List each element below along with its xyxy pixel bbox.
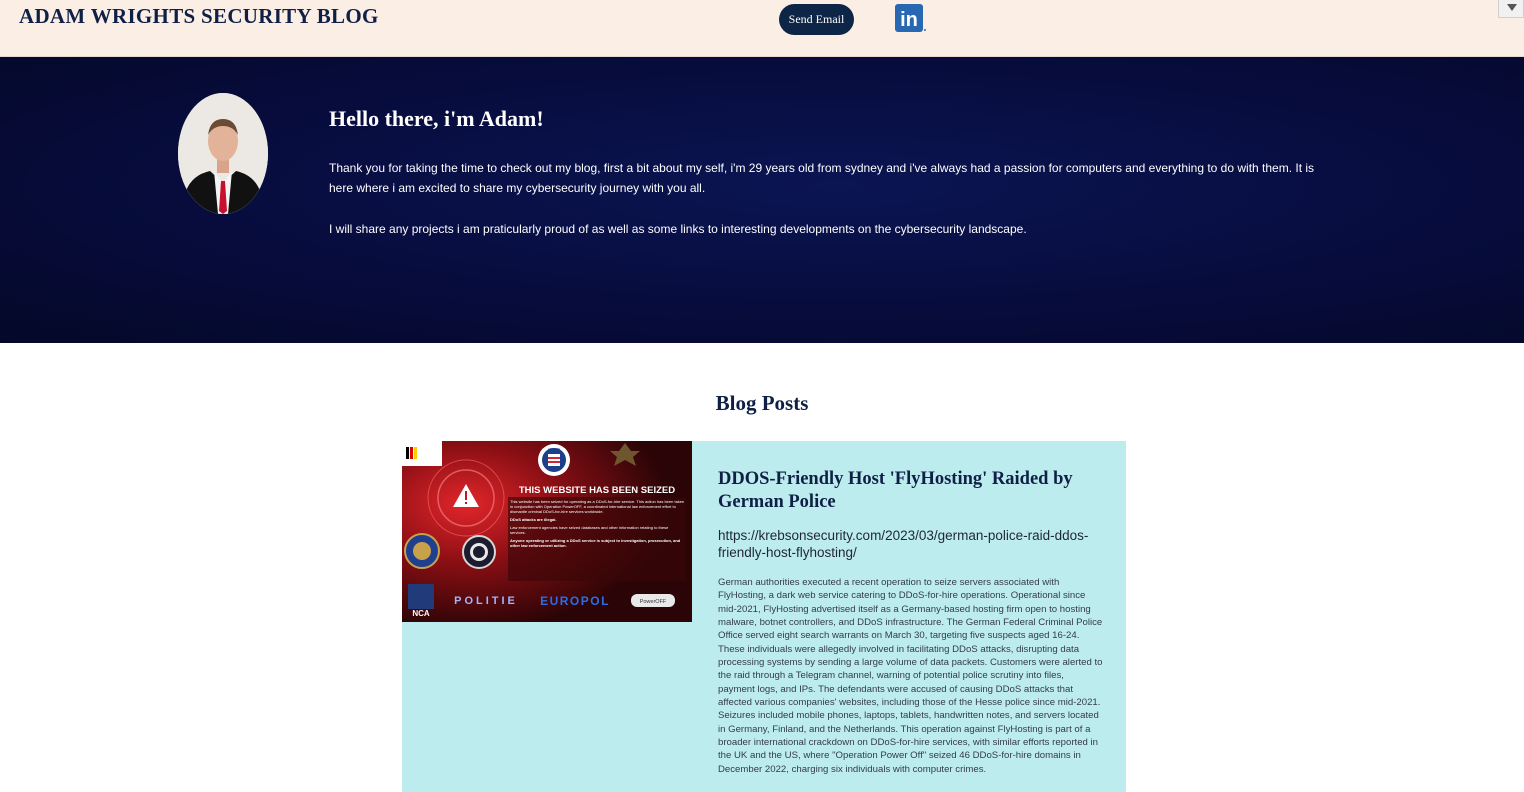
post-title[interactable]: DDOS-Friendly Host 'FlyHosting' Raided b… xyxy=(718,468,1108,514)
send-email-button[interactable]: Send Email xyxy=(779,4,854,35)
hero-heading: Hello there, i'm Adam! xyxy=(329,106,544,131)
post-source-link[interactable]: https://krebsonsecurity.com/2023/03/germ… xyxy=(718,527,1108,561)
blog-post-card: HESSEN THIS WEBSITE HAS BEEN SEIZED This… xyxy=(402,441,1126,792)
hero-paragraph-2: I will share any projects i am praticula… xyxy=(329,222,1027,236)
svg-text:POLITIE: POLITIE xyxy=(454,595,518,607)
post-image[interactable]: HESSEN THIS WEBSITE HAS BEEN SEIZED This… xyxy=(402,441,692,622)
hero-section: Hello there, i'm Adam! Thank you for tak… xyxy=(0,57,1524,343)
profile-photo xyxy=(178,93,268,214)
scroll-widget[interactable] xyxy=(1498,0,1524,18)
svg-text:PowerOFF: PowerOFF xyxy=(640,599,667,605)
svg-text:THIS WEBSITE HAS BEEN SEIZED: THIS WEBSITE HAS BEEN SEIZED xyxy=(519,485,675,496)
chevron-down-icon xyxy=(1507,4,1517,11)
linkedin-icon[interactable]: in xyxy=(895,4,926,32)
avatar xyxy=(178,93,268,214)
site-title: ADAM WRIGHTS SECURITY BLOG xyxy=(19,4,379,28)
hero-intro: Thank you for taking the time to check o… xyxy=(329,158,1319,239)
hero-paragraph-1: Thank you for taking the time to check o… xyxy=(329,161,1315,195)
site-header: ADAM WRIGHTS SECURITY BLOG Send Email in xyxy=(0,0,1524,57)
svg-text:HESSEN: HESSEN xyxy=(548,447,560,451)
svg-text:EUROPOL: EUROPOL xyxy=(540,594,610,608)
blog-section-title: Blog Posts xyxy=(715,391,809,415)
svg-text:NCA: NCA xyxy=(412,609,430,618)
svg-text:in: in xyxy=(900,9,918,31)
post-body: German authorities executed a recent ope… xyxy=(718,577,1103,775)
